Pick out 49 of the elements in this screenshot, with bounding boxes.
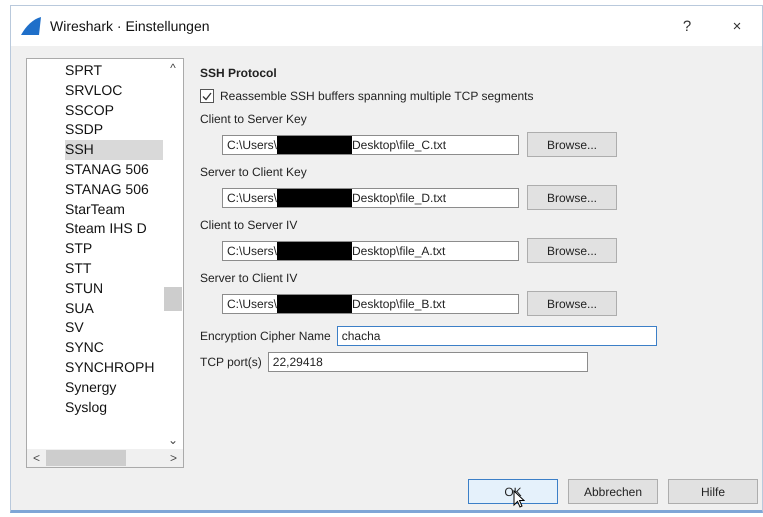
protocol-item[interactable]: STUN xyxy=(65,278,163,299)
field-label: Client to Server IV xyxy=(200,218,298,232)
dialog-button[interactable]: Abbrechen xyxy=(568,479,658,504)
close-button[interactable]: × xyxy=(712,18,762,34)
protocol-item[interactable]: StarTeam xyxy=(65,200,163,220)
scroll-right-button[interactable]: > xyxy=(170,449,177,467)
protocol-item[interactable]: STANAG 506 xyxy=(65,160,163,180)
protocol-item[interactable]: Syslog xyxy=(65,398,163,418)
section-title: SSH Protocol xyxy=(200,66,278,80)
protocol-item[interactable]: SYNC xyxy=(65,338,163,358)
protocol-item[interactable]: Synergy xyxy=(65,378,163,398)
scroll-left-button[interactable]: < xyxy=(33,449,40,467)
shark-fin-icon xyxy=(20,16,42,36)
field-label: Client to Server Key xyxy=(200,112,308,126)
window-title: Wireshark · Einstellungen xyxy=(50,18,211,34)
protocol-item[interactable]: SSCOP xyxy=(65,100,163,120)
field-label: Encryption Cipher Name xyxy=(200,329,331,343)
path-field[interactable]: C:\Users\ Desktop\file_C.txt xyxy=(222,134,519,154)
protocol-item[interactable]: Steam IHS D xyxy=(65,219,163,240)
path-field[interactable]: C:\Users\ Desktop\file_D.txt xyxy=(222,188,519,208)
reassemble-checkbox[interactable] xyxy=(200,89,214,103)
protocol-item[interactable]: SRVLOC xyxy=(65,80,163,101)
browse-button[interactable]: Browse... xyxy=(527,185,617,210)
field-label: TCP port(s) xyxy=(200,355,262,369)
checkbox-label: Reassemble SSH buffers spanning multiple TCP segments xyxy=(220,89,534,103)
protocol-item[interactable]: SUA xyxy=(65,298,163,318)
help-button[interactable]: ? xyxy=(662,18,712,34)
protocol-item[interactable]: SSH xyxy=(65,140,163,160)
scrollbar-thumb[interactable] xyxy=(164,287,182,311)
scroll-down-button[interactable]: ⌄ xyxy=(168,431,178,449)
protocol-item[interactable]: SPRT xyxy=(65,61,163,81)
protocol-item[interactable]: SYNCHROPH xyxy=(65,358,163,378)
protocol-item[interactable]: STT xyxy=(65,258,163,279)
browse-button[interactable]: Browse... xyxy=(527,238,617,263)
protocol-item[interactable]: STP xyxy=(65,239,163,259)
scrollbar-thumb[interactable] xyxy=(46,450,126,466)
protocol-item[interactable]: SSDP xyxy=(65,120,163,140)
port-field[interactable]: 22,29418 xyxy=(268,352,588,372)
dialog-button[interactable]: Hilfe xyxy=(668,479,758,504)
path-field[interactable]: C:\Users\ Desktop\file_A.txt xyxy=(222,240,519,260)
field-label: Server to Client Key xyxy=(200,165,308,179)
browse-button[interactable]: Browse... xyxy=(527,291,617,316)
path-field[interactable]: C:\Users\ Desktop\file_B.txt xyxy=(222,294,519,314)
protocol-item[interactable]: STANAG 506 xyxy=(65,180,163,200)
cipher-field[interactable]: chacha xyxy=(336,326,657,346)
field-label: Server to Client IV xyxy=(200,271,298,285)
scroll-up-button[interactable]: ^ xyxy=(170,59,176,77)
browse-button[interactable]: Browse... xyxy=(527,132,617,157)
protocol-item[interactable]: SV xyxy=(65,318,163,338)
